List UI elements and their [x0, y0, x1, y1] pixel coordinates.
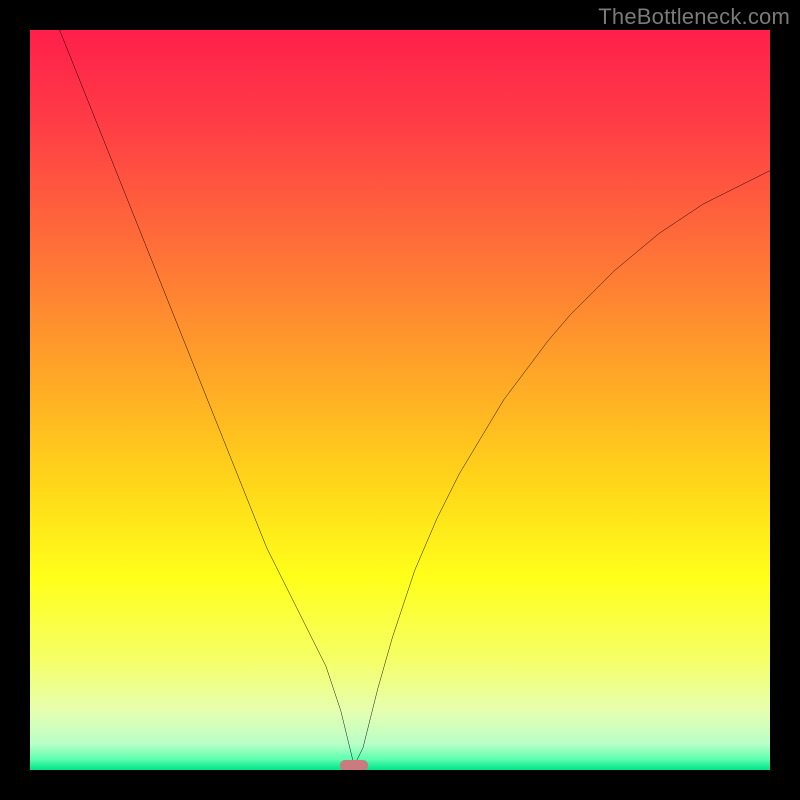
- plot-area: [30, 30, 770, 770]
- chart-frame: TheBottleneck.com: [0, 0, 800, 800]
- bottleneck-curve: [30, 30, 770, 770]
- watermark-text: TheBottleneck.com: [598, 4, 790, 30]
- minimum-marker: [340, 760, 368, 770]
